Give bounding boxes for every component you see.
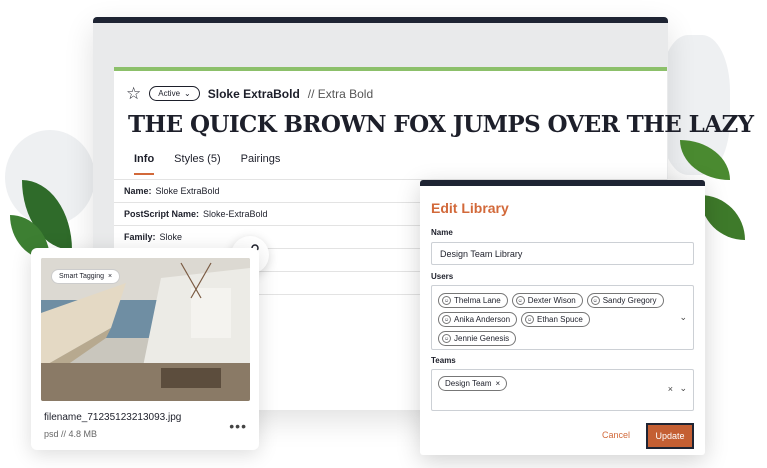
name-label: Name	[431, 228, 453, 237]
info-label: Name:	[124, 186, 152, 196]
library-name-input[interactable]: Design Team Library	[431, 242, 694, 265]
font-tabs: Info Styles (5) Pairings	[134, 153, 280, 175]
edit-library-modal: Edit Library Name Design Team Library Us…	[420, 180, 705, 455]
user-chip[interactable]: ☺ Anika Anderson	[438, 312, 518, 327]
smart-tagging-chip[interactable]: Smart Tagging ×	[51, 269, 121, 284]
info-label: Family:	[124, 232, 156, 242]
close-icon[interactable]: ×	[496, 379, 501, 388]
user-chip-label: Dexter Wison	[527, 296, 576, 305]
status-pill[interactable]: Active ⌄	[149, 86, 200, 101]
user-icon: ☺	[515, 296, 525, 305]
user-chip-label: Ethan Spuce	[537, 315, 583, 324]
more-options-icon[interactable]: •••	[229, 418, 247, 434]
user-chip-label: Sandy Gregory	[602, 296, 657, 305]
tab-styles[interactable]: Styles (5)	[174, 153, 220, 175]
clear-icon[interactable]: ×	[668, 384, 673, 394]
user-icon: ☺	[442, 315, 451, 324]
update-button[interactable]: Update	[646, 423, 694, 449]
chevron-down-icon: ⌄	[184, 89, 191, 98]
chevron-down-icon[interactable]: ⌄	[679, 383, 687, 394]
user-chip[interactable]: ☺ Thelma Lane	[438, 293, 508, 308]
star-icon[interactable]: ☆	[126, 85, 141, 102]
teams-select[interactable]: Design Team × × ⌄	[431, 369, 694, 411]
cancel-button[interactable]: Cancel	[602, 430, 630, 440]
file-meta: psd // 4.8 MB	[44, 429, 98, 439]
chevron-down-icon[interactable]: ⌄	[679, 312, 687, 323]
user-icon: ☺	[590, 296, 600, 305]
users-label: Users	[431, 272, 454, 281]
info-value: Sloke	[159, 232, 183, 242]
team-chip-label: Design Team	[445, 379, 492, 388]
user-chip-label: Thelma Lane	[454, 296, 501, 305]
close-icon[interactable]: ×	[108, 273, 112, 280]
modal-title: Edit Library	[431, 200, 509, 216]
team-chip[interactable]: Design Team ×	[438, 376, 508, 391]
user-chip[interactable]: ☺ Ethan Spuce	[521, 312, 590, 327]
user-chip[interactable]: ☺ Jennie Genesis	[438, 331, 517, 346]
font-style: // Extra Bold	[307, 86, 374, 101]
user-chip[interactable]: ☺ Dexter Wison	[511, 293, 583, 308]
user-icon: ☺	[442, 334, 451, 343]
font-sample-text: THE QUICK BROWN FOX JUMPS OVER THE LAZY	[128, 111, 754, 138]
plant-leaf-right-2	[700, 195, 745, 240]
tag-label: Smart Tagging	[59, 273, 105, 280]
users-select[interactable]: ☺ Thelma Lane ☺ Dexter Wison ☺ Sandy Gregor…	[431, 285, 694, 350]
tab-pairings[interactable]: Pairings	[241, 153, 281, 175]
user-chip[interactable]: ☺ Sandy Gregory	[586, 293, 664, 308]
info-value: Sloke ExtraBold	[155, 186, 220, 196]
status-pill-label: Active	[158, 89, 181, 98]
font-header: ☆ Active ⌄ Sloke ExtraBold // Extra Bold	[126, 85, 373, 102]
font-name: Sloke ExtraBold	[207, 86, 300, 101]
teams-label: Teams	[431, 356, 456, 365]
user-chip-label: Anika Anderson	[454, 315, 511, 324]
tab-info[interactable]: Info	[134, 153, 155, 175]
info-label: PostScript Name:	[124, 209, 200, 219]
user-chip-label: Jennie Genesis	[454, 334, 510, 343]
user-chip-list: ☺ Thelma Lane ☺ Dexter Wison ☺ Sandy Gregor…	[438, 293, 668, 346]
user-icon: ☺	[525, 315, 535, 324]
asset-photo: Smart Tagging ×	[41, 258, 250, 401]
user-icon: ☺	[442, 296, 451, 305]
file-name: filename_71235123213093.jpg	[44, 412, 182, 423]
info-value: Sloke-ExtraBold	[203, 209, 268, 219]
image-asset-card[interactable]: Smart Tagging × filename_71235123213093.…	[31, 248, 259, 450]
